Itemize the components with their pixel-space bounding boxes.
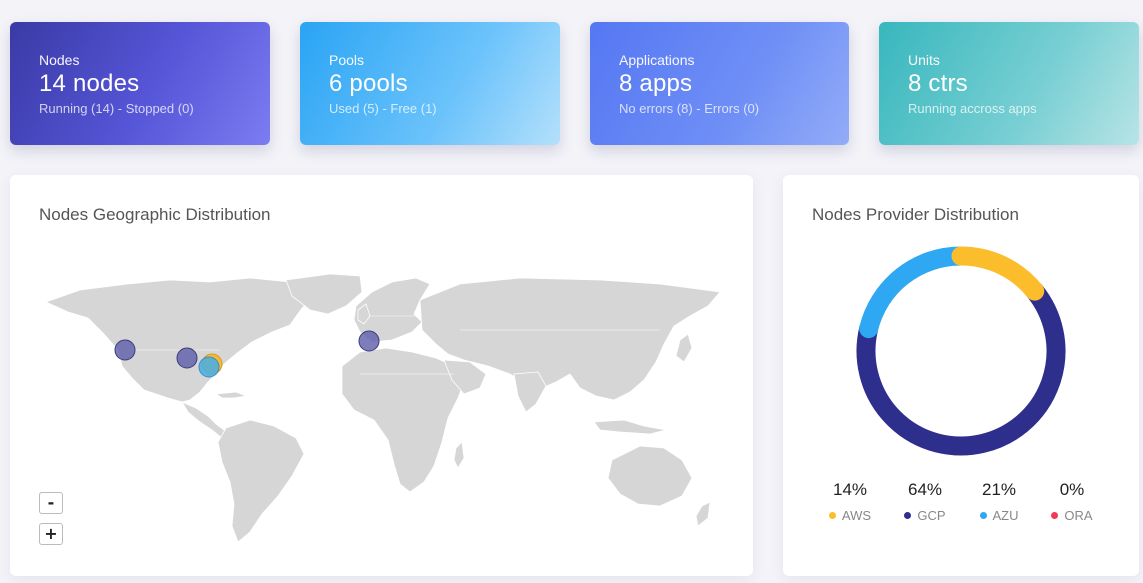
legend-label-azu: AZU [992,508,1019,523]
provider-panel-title: Nodes Provider Distribution [812,205,1019,224]
pools-card-subtitle: Used (5) - Free (1) [329,101,437,116]
legend-dot-gcp [904,512,912,519]
madagascar-land [453,441,465,469]
new-zealand-land [695,501,711,527]
india-land [513,371,547,413]
pools-card[interactable]: Pools 6 pools Used (5) - Free (1) [300,22,560,145]
japan-land [675,333,693,363]
zoom-out-button[interactable]: - [39,492,63,514]
donut-slice-gcp[interactable] [856,281,1066,456]
node-marker-us-east-azure [198,356,220,378]
north-america-land [44,277,321,403]
node-marker-europe [358,330,380,352]
legend-pct-gcp: 64% [907,480,943,499]
applications-card-title: Applications [619,52,695,68]
zoom-in-button[interactable]: + [39,523,63,545]
legend-item-azu[interactable]: 21% AZU [969,480,1029,523]
units-card-title: Units [908,52,940,68]
provider-distribution-panel: Nodes Provider Distribution 14% AWS 64% … [783,175,1139,576]
legend-pct-ora: 0% [1059,480,1085,499]
units-card-subtitle: Running accross apps [908,101,1037,116]
legend-dot-azu [979,512,987,519]
nodes-card-title: Nodes [39,52,80,68]
donut-slice-aws[interactable] [951,246,1045,301]
units-card[interactable]: Units 8 ctrs Running accross apps [879,22,1139,145]
legend-pct-aws: 14% [832,480,868,499]
legend-item-ora[interactable]: 0% ORA [1042,480,1102,523]
geo-distribution-panel: Nodes Geographic Distribution - + [10,175,753,576]
legend-label-ora: ORA [1064,508,1093,523]
legend-dot-aws [828,512,836,519]
legend-item-gcp[interactable]: 64% GCP [895,480,955,523]
donut-slice-azu[interactable] [859,246,971,339]
node-marker-us-central [176,347,198,369]
pools-card-value: 6 pools [329,70,408,97]
pools-card-title: Pools [329,52,365,68]
nodes-card[interactable]: Nodes 14 nodes Running (14) - Stopped (0… [10,22,270,145]
provider-donut-chart[interactable] [853,243,1069,459]
applications-card-subtitle: No errors (8) - Errors (0) [619,101,760,116]
south-america-land [217,419,305,543]
applications-card-value: 8 apps [619,70,693,97]
geo-panel-title: Nodes Geographic Distribution [39,205,271,224]
units-card-value: 8 ctrs [908,70,968,97]
indonesia-land [593,419,667,435]
legend-pct-azu: 21% [981,480,1017,499]
applications-card[interactable]: Applications 8 apps No errors (8) - Erro… [590,22,849,145]
legend-label-gcp: GCP [917,508,946,523]
legend-dot-ora [1051,512,1059,519]
node-marker-us-west [114,339,136,361]
legend-item-aws[interactable]: 14% AWS [820,480,880,523]
nodes-card-value: 14 nodes [39,70,140,97]
australia-land [607,445,693,507]
africa-land [341,347,465,493]
world-map[interactable] [40,270,725,550]
caribbean-land [214,391,248,399]
central-america-land [181,401,231,439]
legend-label-aws: AWS [841,508,872,523]
nodes-card-subtitle: Running (14) - Stopped (0) [39,101,194,116]
